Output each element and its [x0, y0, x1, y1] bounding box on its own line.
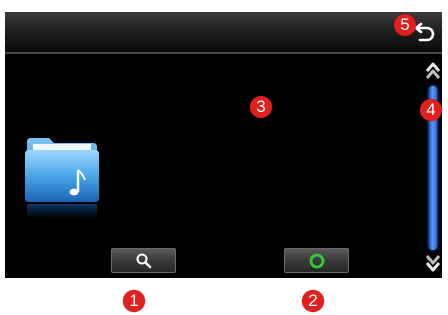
callout-badge-3: 3: [250, 96, 272, 118]
music-folder-icon: [25, 138, 99, 218]
scroll-up-button[interactable]: [425, 60, 441, 82]
callout-badge-5: 5: [394, 14, 416, 36]
green-circle-icon: [309, 253, 324, 268]
search-button[interactable]: [111, 248, 176, 273]
music-folder[interactable]: [23, 134, 103, 220]
chevron-up-icon: [425, 62, 441, 79]
ok-button[interactable]: [284, 248, 349, 273]
scroll-down-button[interactable]: [425, 252, 441, 274]
callout-badge-2: 2: [302, 290, 324, 312]
callout-badge-4: 4: [420, 99, 442, 121]
magnifier-icon: [136, 253, 151, 268]
device-screen: [5, 12, 442, 278]
vertical-scrollbar[interactable]: [425, 56, 441, 276]
callout-badge-1: 1: [123, 290, 145, 312]
title-bar: [5, 12, 442, 54]
chevron-down-icon: [425, 255, 441, 272]
